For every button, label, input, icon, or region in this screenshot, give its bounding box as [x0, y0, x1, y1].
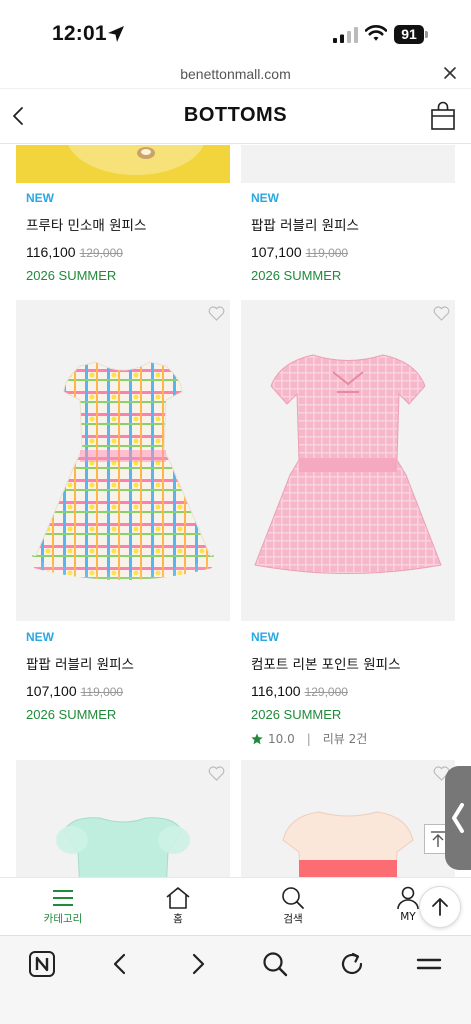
nav-item-category[interactable]: 카테고리	[33, 886, 93, 926]
nav-item-home[interactable]: 홈	[148, 886, 208, 926]
product-original-price: 129,000	[79, 246, 123, 260]
review-count[interactable]: 리뷰 2건	[323, 730, 368, 747]
new-badge: NEW	[251, 630, 279, 644]
new-badge: NEW	[251, 191, 279, 205]
url-domain[interactable]: benettonmall.com	[0, 66, 471, 82]
product-original-price: 119,000	[80, 685, 124, 699]
status-time: 12:01	[52, 22, 107, 45]
pink-dress-illustration	[254, 354, 442, 574]
battery-indicator: 91	[394, 25, 428, 44]
product-season: 2026 SUMMER	[26, 707, 117, 722]
page-header: BOTTOMS	[0, 88, 471, 144]
product-image[interactable]	[241, 145, 455, 183]
chevron-left-icon	[452, 803, 464, 833]
refresh-icon[interactable]	[338, 950, 366, 978]
new-badge: NEW	[26, 630, 54, 644]
battery-level: 91	[394, 25, 424, 44]
product-photo-illustration	[16, 145, 230, 183]
home-icon	[166, 887, 190, 909]
heart-icon[interactable]	[208, 766, 225, 781]
product-name[interactable]: 컴포트 리본 포인트 원피스	[251, 653, 401, 673]
product-info: NEW 팝팝 러블리 원피스 107,100 119,000 2026 SUMME…	[26, 630, 134, 722]
product-info: NEW 팝팝 러블리 원피스 107,100 119,000 2026 SUMME…	[251, 191, 359, 283]
menu-icon	[53, 890, 73, 906]
product-info: NEW 컴포트 리본 포인트 원피스 116,100 129,000 2026 S…	[251, 630, 401, 747]
nav-label: 카테고리	[43, 913, 83, 925]
rating-divider: |	[306, 731, 311, 746]
coral-dress-illustration	[282, 811, 414, 877]
product-image[interactable]	[241, 300, 455, 621]
product-info: NEW 프루타 민소매 원피스 116,100 129,000 2026 SUMM…	[26, 191, 146, 283]
bottom-app-nav: 카테고리 홈 검색 MY	[0, 877, 471, 935]
user-icon	[397, 886, 419, 910]
wifi-icon	[365, 25, 387, 41]
product-image[interactable]	[241, 760, 455, 877]
product-image[interactable]	[16, 300, 230, 621]
heart-icon[interactable]	[208, 306, 225, 321]
cellular-signal-icon	[333, 27, 358, 43]
search-icon[interactable]	[261, 950, 289, 978]
scroll-top-button[interactable]	[419, 886, 461, 928]
product-season: 2026 SUMMER	[251, 707, 342, 722]
product-price: 107,100	[26, 683, 77, 699]
star-icon	[251, 733, 263, 744]
menu-icon[interactable]	[415, 950, 443, 978]
product-original-price: 119,000	[305, 246, 349, 260]
status-bar: 12:01 91	[0, 0, 471, 62]
url-bar[interactable]: benettonmall.com	[0, 62, 471, 88]
close-icon[interactable]	[443, 66, 457, 80]
nav-label: 검색	[283, 913, 303, 925]
search-icon	[282, 887, 304, 909]
product-price: 107,100	[251, 244, 302, 260]
plaid-dress-illustration	[32, 361, 214, 580]
product-rating: 10.0 | 리뷰 2건	[251, 730, 401, 747]
product-name[interactable]: 팝팝 러블리 원피스	[251, 214, 359, 234]
new-badge: NEW	[26, 191, 54, 205]
product-name[interactable]: 팝팝 러블리 원피스	[26, 653, 134, 673]
product-image[interactable]	[16, 760, 230, 877]
nav-label: 홈	[173, 913, 183, 925]
heart-icon[interactable]	[433, 306, 450, 321]
rating-score: 10.0	[268, 731, 295, 746]
side-panel-handle[interactable]	[445, 766, 471, 870]
product-price: 116,100	[251, 683, 301, 699]
product-season: 2026 SUMMER	[251, 268, 342, 283]
product-season: 2026 SUMMER	[26, 268, 117, 283]
mint-dress-illustration	[56, 817, 190, 877]
back-icon[interactable]	[106, 950, 134, 978]
product-image[interactable]	[16, 145, 230, 183]
browser-toolbar	[0, 935, 471, 1024]
page-title: BOTTOMS	[183, 104, 288, 126]
product-price: 116,100	[26, 244, 76, 260]
arrow-up-icon	[432, 898, 448, 916]
forward-icon[interactable]	[184, 950, 212, 978]
product-grid: NEW 프루타 민소매 원피스 116,100 129,000 2026 SUMM…	[0, 145, 471, 877]
product-original-price: 129,000	[304, 685, 348, 699]
product-name[interactable]: 프루타 민소매 원피스	[26, 214, 146, 234]
nav-item-search[interactable]: 검색	[263, 886, 323, 926]
naver-icon[interactable]	[28, 950, 56, 978]
location-arrow-icon	[108, 26, 124, 42]
shopping-bag-icon[interactable]	[430, 101, 456, 131]
